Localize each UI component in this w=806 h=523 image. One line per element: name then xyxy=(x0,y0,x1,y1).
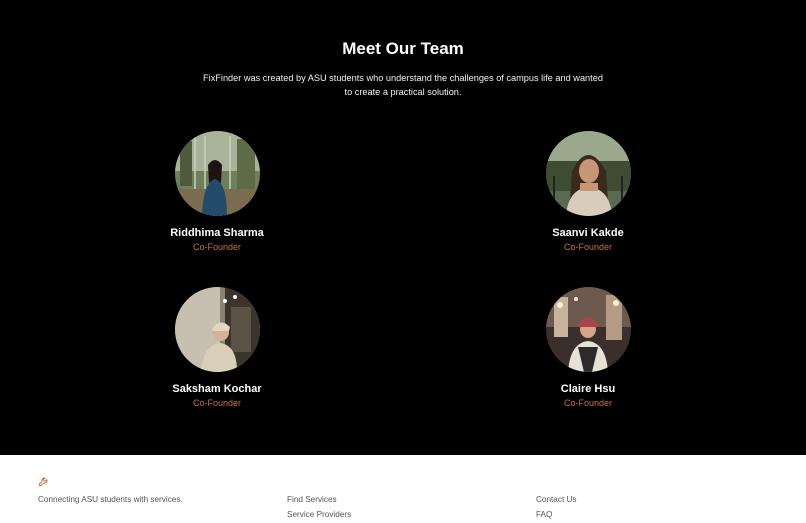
member-name: Claire Hsu xyxy=(560,383,616,395)
avatar xyxy=(174,131,260,216)
avatar xyxy=(174,287,260,372)
section-title: Meet Our Team xyxy=(342,39,464,58)
member-role: Co-Founder xyxy=(563,242,613,252)
member-name: Riddhima Sharma xyxy=(170,227,264,239)
footer-link-contact-us[interactable]: Contact Us xyxy=(536,492,577,507)
footer-links-services: Find Services Service Providers xyxy=(287,492,351,522)
member-role: Co-Founder xyxy=(192,398,242,408)
avatar xyxy=(545,131,631,216)
section-description: FixFinder was created by ASU students wh… xyxy=(203,73,603,97)
team-member-card: Saksham Kochar Co-Founder xyxy=(137,287,297,409)
member-role: Co-Founder xyxy=(192,242,242,252)
avatar xyxy=(545,287,631,372)
footer-tagline: Connecting ASU students with services. xyxy=(38,495,183,504)
member-name: Saksham Kochar xyxy=(172,383,262,395)
footer: Connecting ASU students with services. F… xyxy=(0,455,806,523)
footer-link-service-providers[interactable]: Service Providers xyxy=(287,507,351,522)
member-role: Co-Founder xyxy=(563,398,613,408)
footer-links-support: Contact Us FAQ xyxy=(536,492,577,522)
team-member-card: Riddhima Sharma Co-Founder xyxy=(137,131,297,253)
footer-link-find-services[interactable]: Find Services xyxy=(287,492,351,507)
wrench-icon xyxy=(38,474,50,486)
footer-link-faq[interactable]: FAQ xyxy=(536,507,577,522)
team-section: Meet Our Team FixFinder was created by A… xyxy=(0,0,806,455)
member-name: Saanvi Kakde xyxy=(552,227,624,239)
team-member-card: Saanvi Kakde Co-Founder xyxy=(508,131,668,253)
team-member-card: Claire Hsu Co-Founder xyxy=(508,287,668,409)
